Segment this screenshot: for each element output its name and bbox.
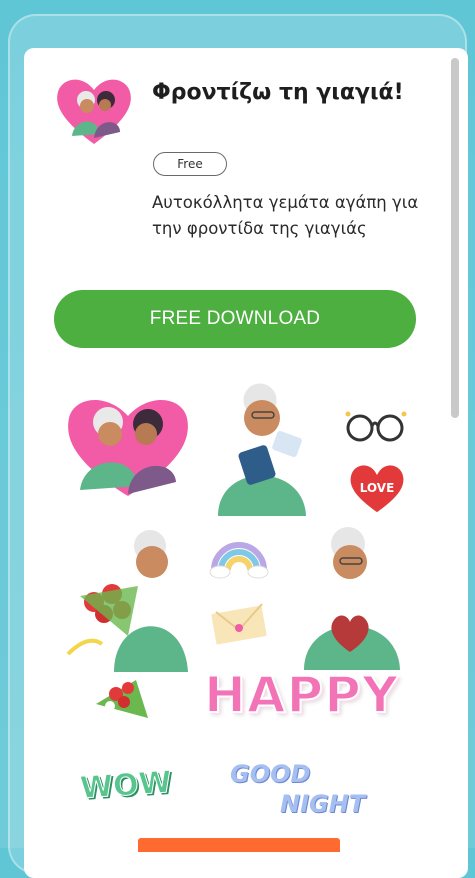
happy-text-sticker[interactable]: HAPPY (203, 665, 399, 725)
sticker-pack-title: Φροντίζω τη γιαγιά! (152, 80, 404, 105)
sticker-pack-description: Αυτοκόλλητα γεμάτα αγάπη για την φροντίδ… (152, 193, 419, 238)
price-badge: Free (153, 152, 227, 176)
svg-text:LOVE: LOVE (360, 481, 395, 495)
glasses-sticker[interactable] (344, 404, 408, 448)
free-download-button[interactable]: FREE DOWNLOAD (54, 290, 416, 348)
rainbow-sticker[interactable] (208, 530, 270, 580)
sticker-gallery: LOVE HAPPY WOW GOOD NIGHT (24, 378, 468, 878)
sticker-pack-card: Φροντίζω τη γιαγιά! Free Αυτοκόλλητα γεμ… (24, 48, 468, 878)
grandma-reading-sticker[interactable] (208, 378, 318, 518)
wow-text-sticker[interactable]: WOW (78, 764, 173, 806)
orange-cta-strip[interactable] (138, 838, 340, 852)
letter-envelope-sticker[interactable] (208, 600, 270, 646)
grandma-heart-icon (54, 74, 134, 146)
night-text-sticker[interactable]: NIGHT (280, 790, 365, 818)
love-heart-sticker[interactable]: LOVE (346, 460, 408, 516)
grandma-hug-heart-sticker[interactable] (58, 386, 198, 504)
flower-bouquet-sticker[interactable] (90, 674, 154, 726)
good-text-sticker[interactable]: GOOD (230, 760, 310, 788)
grandma-bouquet-sticker[interactable] (58, 524, 198, 674)
grandma-heart-hands-sticker[interactable] (296, 524, 408, 672)
scrollbar[interactable] (451, 58, 459, 418)
